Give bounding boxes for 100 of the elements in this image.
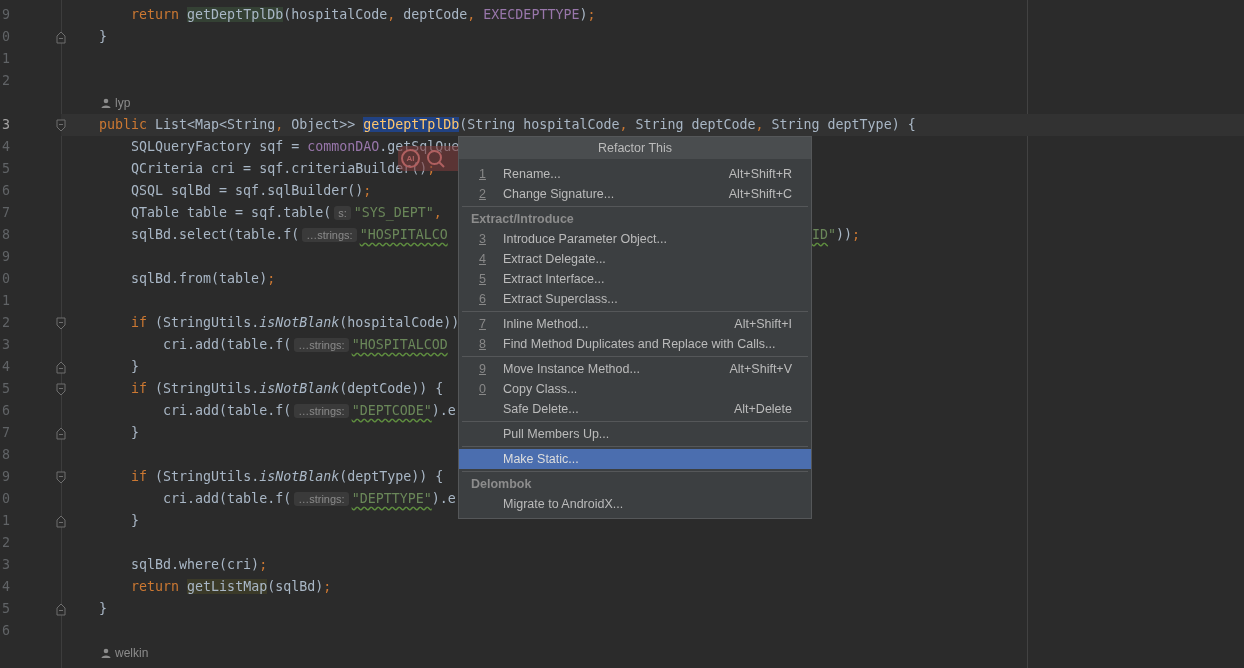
mnemonic: 6: [479, 291, 486, 306]
menu-item[interactable]: Make Static...: [459, 449, 811, 469]
code-line: ID"));: [812, 226, 861, 245]
menu-label: Inline Method...: [503, 315, 590, 333]
person-icon: [101, 98, 111, 108]
author-hint[interactable]: welkin: [101, 644, 149, 662]
line-number: 9: [1, 468, 11, 487]
menu-label: Rename...: [503, 165, 562, 183]
code-line: cri.add(table.f( …strings: "DEPTTYPE").e: [162, 490, 456, 509]
menu-label: Find Method Duplicates and Replace with Calls...: [503, 335, 777, 353]
code-line: }: [98, 28, 108, 47]
fold-icon[interactable]: [56, 360, 66, 374]
code-line: sqlBd.where(cri);: [130, 556, 268, 575]
line-number: 4: [1, 578, 11, 597]
line-number: 4: [1, 138, 11, 157]
person-icon: [101, 648, 111, 658]
mnemonic: 9: [479, 361, 486, 376]
fold-icon[interactable]: [56, 602, 66, 616]
menu-item[interactable]: 0 Copy Class...: [459, 379, 811, 399]
line-number: 3: [1, 336, 11, 355]
line-number: 9: [1, 6, 11, 25]
code-line: }: [130, 512, 140, 531]
shortcut: Alt+Shift+R: [728, 165, 793, 183]
menu-label: Extract Delegate...: [503, 250, 607, 268]
fold-icon[interactable]: [56, 426, 66, 440]
line-number: 6: [1, 182, 11, 201]
menu-item[interactable]: 3 Introduce Parameter Object...: [459, 229, 811, 249]
menu-item[interactable]: 7 Inline Method... Alt+Shift+I: [459, 314, 811, 334]
shortcut: Alt+Shift+I: [734, 315, 793, 333]
group-label: Delombok: [470, 475, 533, 493]
author-hint[interactable]: lyp: [101, 94, 131, 112]
code-line: QSQL sqlBd = sqf.sqlBuilder();: [130, 182, 372, 201]
line-number: 8: [1, 446, 11, 465]
menu-label: Extract Interface...: [503, 270, 606, 288]
shortcut: Alt+Delete: [733, 400, 793, 418]
code-line: }: [130, 424, 140, 443]
menu-item[interactable]: 5 Extract Interface...: [459, 269, 811, 289]
line-number: 5: [1, 380, 11, 399]
menu-label: Extract Superclass...: [503, 290, 619, 308]
line-number: 4: [1, 358, 11, 377]
menu-label: Move Instance Method...: [503, 360, 641, 378]
line-number: 9: [1, 248, 11, 267]
line-number: 8: [1, 226, 11, 245]
mnemonic: 0: [479, 381, 486, 396]
code-line: cri.add(table.f( …strings: "HOSPITALCOD: [162, 336, 448, 355]
menu-item[interactable]: Migrate to AndroidX...: [459, 494, 811, 514]
menu-item[interactable]: 1 Rename... Alt+Shift+R: [459, 164, 811, 184]
line-number: 5: [1, 600, 11, 619]
menu-label: Change Signature...: [503, 185, 616, 203]
mnemonic: 7: [479, 316, 486, 331]
menu-label: Migrate to AndroidX...: [503, 495, 625, 513]
menu-item[interactable]: 6 Extract Superclass...: [459, 289, 811, 309]
menu-label: Make Static...: [503, 450, 580, 468]
code-line: return getListMap(sqlBd);: [130, 578, 332, 597]
fold-icon[interactable]: [56, 514, 66, 528]
code-line: }: [130, 358, 140, 377]
shortcut: Alt+Shift+C: [728, 185, 793, 203]
shortcut: Alt+Shift+V: [729, 360, 793, 378]
code-line: }: [98, 600, 108, 619]
mnemonic: 1: [479, 166, 486, 181]
menu-item[interactable]: Safe Delete... Alt+Delete: [459, 399, 811, 419]
line-number: 1: [1, 50, 11, 69]
code-line: if (StringUtils.isNotBlank(hospitalCode)): [130, 314, 460, 333]
menu-item[interactable]: Pull Members Up...: [459, 424, 811, 444]
mnemonic: 4: [479, 251, 486, 266]
menu-item[interactable]: 2 Change Signature... Alt+Shift+C: [459, 184, 811, 204]
code-line: sqlBd.select(table.f( …strings: "HOSPITALCO: [130, 226, 449, 245]
mnemonic: 5: [479, 271, 486, 286]
line-number: 2: [1, 72, 11, 91]
line-number: 3: [1, 116, 11, 135]
line-number: 3: [1, 556, 11, 575]
line-number: 6: [1, 402, 11, 421]
line-number: 1: [1, 512, 11, 531]
menu-label: Copy Class...: [503, 380, 579, 398]
fold-icon[interactable]: [56, 382, 66, 396]
popup-title: Refactor This: [459, 137, 811, 159]
code-line: public List<Map<String, Object>> getDeptTplDb(String hospitalCode, String deptCode, String deptType) {: [98, 116, 916, 135]
line-number: 1: [1, 292, 11, 311]
line-number: 6: [1, 622, 11, 641]
line-number: 5: [1, 160, 11, 179]
line-number: 2: [1, 534, 11, 553]
line-number: 7: [1, 204, 11, 223]
line-number: 2: [1, 314, 11, 333]
menu-item[interactable]: 8 Find Method Duplicates and Replace with Calls...: [459, 334, 811, 354]
menu-label: Pull Members Up...: [503, 425, 611, 443]
code-line: return getDeptTplDb(hospitalCode, deptCode, EXECDEPTTYPE);: [130, 6, 596, 25]
fold-icon[interactable]: [56, 470, 66, 484]
mnemonic: 8: [479, 336, 486, 351]
group-label: Extract/Introduce: [470, 210, 575, 228]
line-number: 0: [1, 270, 11, 289]
code-line: cri.add(table.f( …strings: "DEPTCODE").e: [162, 402, 456, 421]
menu-item[interactable]: 4 Extract Delegate...: [459, 249, 811, 269]
menu-item[interactable]: 9 Move Instance Method... Alt+Shift+V: [459, 359, 811, 379]
line-number: 7: [1, 424, 11, 443]
fold-icon[interactable]: [56, 316, 66, 330]
mnemonic: 2: [479, 186, 486, 201]
line-number: 0: [1, 28, 11, 47]
fold-icon[interactable]: [56, 118, 66, 132]
code-line: sqlBd.from(table);: [130, 270, 276, 289]
fold-icon[interactable]: [56, 30, 66, 44]
